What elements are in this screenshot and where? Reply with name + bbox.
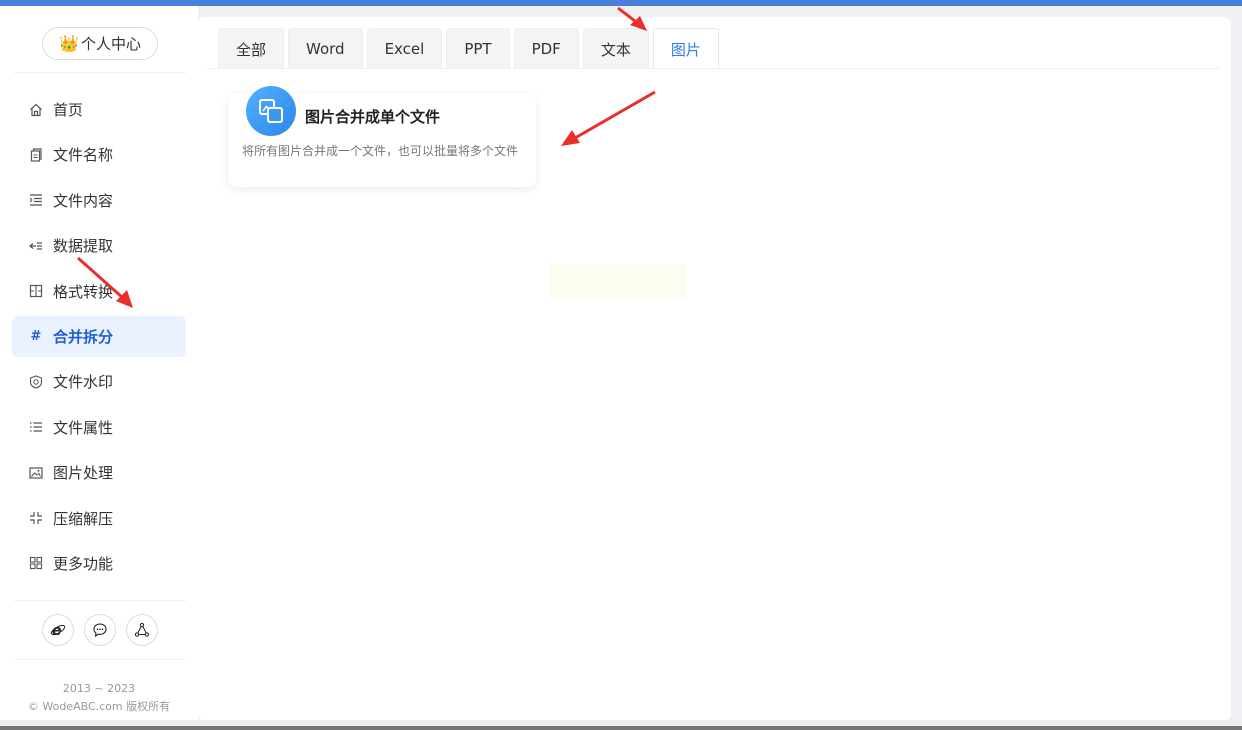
annotation-arrows (77, 6, 656, 308)
arrow-to-card (561, 90, 656, 146)
arrow-to-image-tab (617, 6, 647, 31)
arrow-to-merge-split (77, 256, 133, 308)
bottom-taskbar-edge (0, 726, 1242, 730)
